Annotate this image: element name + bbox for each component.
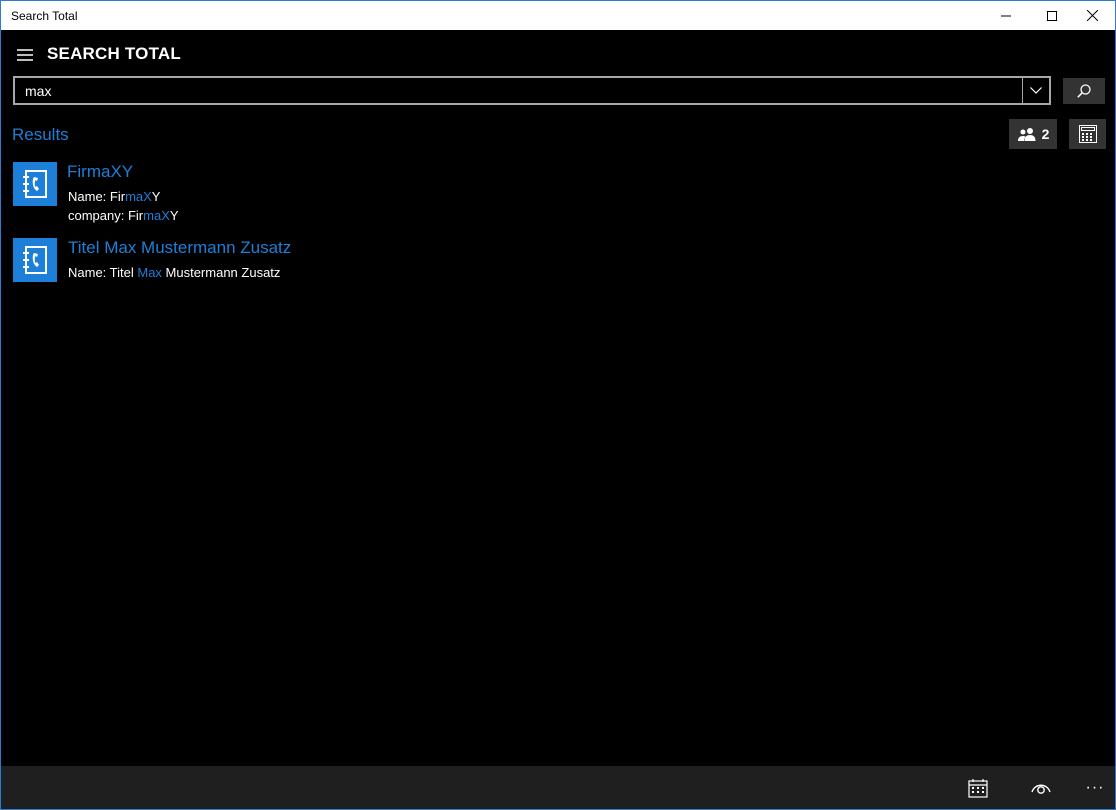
result-detail-line: Name: FirmaXY	[68, 189, 160, 204]
search-icon	[1077, 84, 1091, 98]
detail-text: Y	[169, 208, 179, 223]
search-input[interactable]	[25, 82, 1015, 100]
phonebook-icon	[23, 170, 47, 198]
result-title: Titel Max Mustermann Zusatz	[68, 238, 292, 257]
hamburger-menu-button[interactable]	[15, 45, 35, 65]
people-icon	[1017, 128, 1036, 141]
window-title: Search Total	[11, 9, 78, 23]
calendar-icon	[968, 779, 988, 798]
result-detail-line: company: FirmaXY	[68, 208, 179, 223]
close-icon	[1086, 10, 1098, 21]
more-options-button[interactable]: ···	[1082, 775, 1108, 801]
calendar-filter-button[interactable]	[1069, 119, 1106, 149]
contacts-filter-button[interactable]: 2	[1009, 119, 1057, 149]
detail-text: Mustermann Zusatz	[161, 265, 281, 280]
match-highlight: maX	[143, 208, 170, 223]
detail-text: Name: Fir	[68, 189, 126, 204]
search-box	[13, 76, 1051, 105]
contacts-count: 2	[1041, 126, 1050, 142]
app-window: Search Total SEARCH TOTAL Resu	[0, 0, 1116, 810]
calendar-button[interactable]	[965, 775, 991, 801]
calendar-grid-icon	[1078, 125, 1097, 143]
app-title: SEARCH TOTAL	[47, 44, 181, 63]
detail-text: Y	[151, 189, 161, 204]
minimize-button[interactable]	[983, 1, 1029, 30]
match-highlight: maX	[125, 189, 152, 204]
result-detail-line: Name: Titel Max Mustermann Zusatz	[68, 265, 280, 280]
search-button[interactable]	[1063, 78, 1105, 104]
result-title: FirmaXY	[67, 162, 134, 181]
phonebook-tile	[13, 238, 57, 282]
match-highlight: Max	[137, 265, 162, 280]
bottom-app-bar: ···	[1, 766, 1115, 809]
hamburger-icon	[17, 49, 33, 61]
close-button[interactable]	[1069, 1, 1115, 30]
detail-text: Name: Titel	[68, 265, 138, 280]
detail-text: company: Fir	[68, 208, 144, 223]
search-history-dropdown[interactable]	[1023, 78, 1049, 103]
results-heading: Results	[12, 125, 69, 144]
title-bar: Search Total	[1, 1, 1115, 30]
phonebook-icon	[23, 246, 47, 274]
chevron-down-icon	[1030, 87, 1042, 94]
minimize-icon	[1001, 15, 1011, 16]
view-button[interactable]	[1028, 775, 1054, 801]
eye-icon	[1031, 784, 1051, 794]
phonebook-tile	[13, 162, 57, 206]
maximize-icon	[1047, 10, 1057, 21]
